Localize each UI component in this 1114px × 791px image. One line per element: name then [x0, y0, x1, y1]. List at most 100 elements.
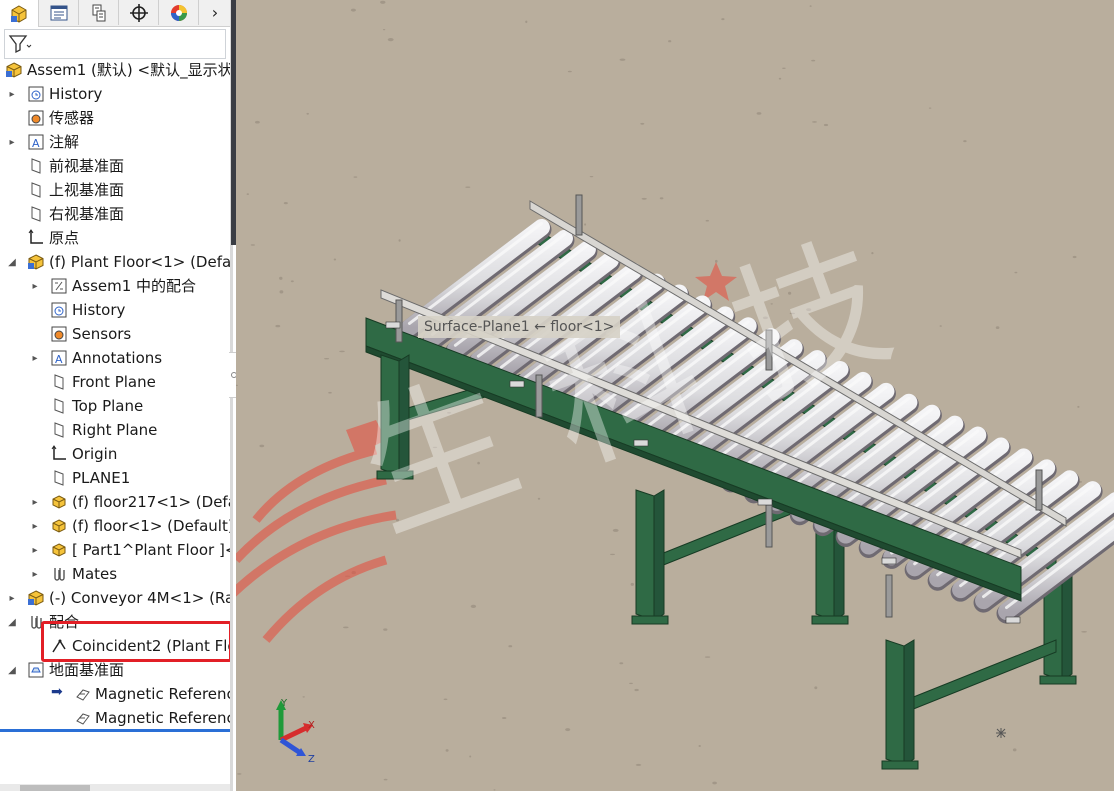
floor-speck: [255, 120, 260, 124]
tree-row[interactable]: History: [0, 298, 230, 322]
magnetic-reference-icon: [76, 713, 90, 725]
crosshair-icon: [130, 3, 148, 22]
tree-row-label: (f) floor<1> (Default): [72, 517, 230, 535]
tab-feature-manager[interactable]: [0, 0, 39, 27]
conveyor-model[interactable]: 生 科 技 Y X Z: [236, 0, 1114, 791]
floor-speck: [383, 778, 388, 781]
tree-row[interactable]: Front Plane: [0, 370, 230, 394]
magnetic-reference-icon: [76, 689, 90, 701]
tab-display-manager[interactable]: [160, 0, 199, 25]
tree-row[interactable]: Assem1 (默认) <默认_显示状态: [0, 58, 230, 82]
tree-row-label: Assem1 (默认) <默认_显示状态: [27, 61, 230, 79]
bracket: [881, 557, 897, 565]
tree-row[interactable]: ▸ History: [0, 82, 230, 106]
leg: [903, 639, 915, 766]
expand-arrow-icon[interactable]: ▸: [7, 586, 17, 610]
tree-row[interactable]: 传感器: [0, 106, 230, 130]
property-manager-icon: [50, 5, 68, 20]
floor-speck: [589, 176, 594, 178]
history-icon: [51, 302, 67, 318]
part-icon: [52, 495, 66, 509]
tree-row[interactable]: ▸ A Annotations: [0, 346, 230, 370]
tree-row[interactable]: ▸ (-) Conveyor 4M<1> (Rai: [0, 586, 230, 610]
plane-icon: [31, 182, 41, 198]
ground-plane-icon: [28, 662, 44, 678]
tab-more[interactable]: ›: [200, 0, 230, 25]
tree-row[interactable]: ▸ (f) floor217<1> (Defau: [0, 490, 230, 514]
tree-row-label: [ Part1^Plant Floor ]<: [72, 541, 230, 559]
collapse-arrow-icon[interactable]: ◢: [7, 250, 17, 274]
tree-row-label: Front Plane: [72, 373, 156, 391]
tree-row[interactable]: ▸ Assem1 中的配合: [0, 274, 230, 298]
tree-row[interactable]: Right Plane: [0, 418, 230, 442]
floor-speck: [782, 67, 786, 70]
floor-speck: [612, 528, 619, 532]
tab-configuration-manager[interactable]: [80, 0, 119, 25]
tree-row-label: Magnetic Reference: [95, 685, 230, 703]
floor-speck: [353, 176, 358, 178]
floor-speck: [778, 77, 782, 80]
floor-speck: [1012, 748, 1017, 752]
triad: Y X Z: [276, 698, 315, 765]
tree-row-label: Assem1 中的配合: [72, 277, 197, 295]
tree-row[interactable]: ▸ [ Part1^Plant Floor ]<: [0, 538, 230, 562]
leg-foot: [881, 760, 919, 770]
tree-row[interactable]: Sensors: [0, 322, 230, 346]
chevron-right-icon: ›: [211, 3, 219, 22]
tree-row[interactable]: ▸ A 注解: [0, 130, 230, 154]
floor-speck: [565, 728, 571, 732]
tree-row[interactable]: Top Plane: [0, 394, 230, 418]
scrollbar-thumb[interactable]: [20, 785, 90, 791]
expand-arrow-icon[interactable]: ▸: [30, 538, 40, 562]
tree-row[interactable]: ▸ (f) floor<1> (Default): [0, 514, 230, 538]
floor-speck: [236, 384, 238, 386]
svg-text:A: A: [55, 353, 63, 366]
expand-arrow-icon[interactable]: ▸: [30, 562, 40, 586]
floor-speck: [470, 604, 477, 609]
filter-icon: [8, 35, 32, 54]
floor-speck: [1014, 271, 1018, 274]
tree-row[interactable]: 右视基准面: [0, 202, 230, 226]
floor-speck: [237, 773, 242, 775]
expand-arrow-icon[interactable]: ▸: [30, 514, 40, 538]
expand-arrow-icon[interactable]: ▸: [30, 490, 40, 514]
expand-arrow-icon[interactable]: ▸: [30, 274, 40, 298]
tree-row[interactable]: 前视基准面: [0, 154, 230, 178]
floor-speck: [812, 121, 817, 123]
tree-row[interactable]: ➡ Magnetic Reference: [0, 682, 230, 706]
leg: [653, 489, 665, 621]
rollback-bar[interactable]: [0, 729, 230, 732]
tree-row[interactable]: PLANE1: [0, 466, 230, 490]
floor-speck: [387, 38, 394, 42]
tab-property-manager[interactable]: [40, 0, 79, 25]
expand-arrow-icon[interactable]: ▸: [30, 346, 40, 370]
leg-foot: [811, 615, 849, 625]
origin-icon: [28, 229, 43, 244]
floor-speck: [635, 763, 642, 766]
floor-speck: [634, 688, 639, 692]
tree-row[interactable]: ▸ Mates: [0, 562, 230, 586]
floor-speck: [640, 122, 645, 125]
leg: [635, 489, 655, 621]
floor-speck: [333, 258, 337, 261]
assembly-icon: [28, 590, 44, 606]
expand-arrow-icon[interactable]: ▸: [7, 130, 17, 154]
tree-row[interactable]: Magnetic Reference: [0, 706, 230, 730]
tree-row[interactable]: 上视基准面: [0, 178, 230, 202]
collapse-arrow-icon[interactable]: ◢: [7, 658, 17, 682]
expand-arrow-icon[interactable]: ▸: [7, 82, 17, 106]
tree-row-label: (f) floor217<1> (Defau: [72, 493, 230, 511]
tree-row[interactable]: Origin: [0, 442, 230, 466]
leg: [885, 639, 905, 766]
tree-row[interactable]: ◢ (f) Plant Floor<1> (Default: [0, 250, 230, 274]
graphics-viewport[interactable]: 生 科 技 Y X Z Surface-Plane1 ← floor<1>: [236, 0, 1114, 791]
assembly-icon: [6, 62, 22, 78]
floor-speck: [469, 755, 472, 758]
tree-row-label: History: [49, 85, 103, 103]
tree-row[interactable]: 原点: [0, 226, 230, 250]
floor-speck: [380, 0, 386, 4]
collapse-arrow-icon[interactable]: ◢: [7, 610, 17, 634]
tree-filter[interactable]: [4, 29, 226, 59]
tab-dimxpert-manager[interactable]: [120, 0, 159, 25]
floor-speck: [508, 645, 513, 648]
